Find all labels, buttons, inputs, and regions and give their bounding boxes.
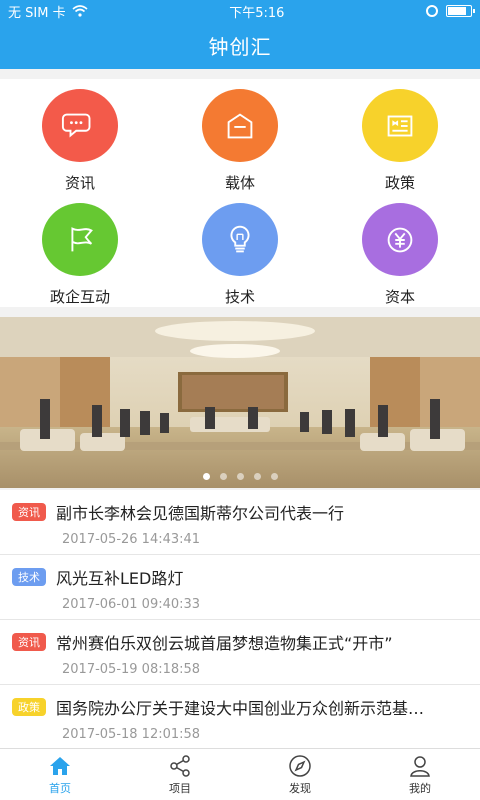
news-tag: 资讯 bbox=[12, 633, 46, 651]
tab-home[interactable]: 首页 bbox=[0, 749, 120, 800]
grid-label: 政企互动 bbox=[49, 288, 110, 306]
share-nodes-icon bbox=[170, 754, 190, 777]
grid-item-carrier[interactable]: 载体 bbox=[160, 79, 320, 193]
tab-me[interactable]: 我的 bbox=[360, 749, 480, 800]
grid-label: 载体 bbox=[224, 174, 255, 192]
news-title: 风光互补LED路灯 bbox=[56, 569, 184, 588]
compass-icon bbox=[289, 754, 311, 777]
carousel-dot[interactable] bbox=[270, 473, 278, 480]
carousel-dot[interactable] bbox=[219, 473, 227, 480]
news-tag: 资讯 bbox=[12, 503, 46, 521]
grid-item-tech[interactable]: 技术 bbox=[160, 193, 320, 307]
status-time: 下午5:16 bbox=[229, 5, 285, 21]
yen-icon bbox=[362, 203, 438, 276]
chat-bubbles-icon bbox=[42, 89, 118, 162]
category-grid: 资讯 载体 政策 政企互动 技术 资本 bbox=[0, 79, 480, 307]
news-date: 2017-05-18 12:01:58 bbox=[62, 727, 201, 742]
tab-label: 我的 bbox=[409, 781, 431, 795]
news-tag: 政策 bbox=[12, 698, 46, 716]
grid-item-interaction[interactable]: 政企互动 bbox=[0, 193, 160, 307]
carrier-label: 无 SIM 卡 bbox=[8, 5, 66, 21]
carousel-indicator bbox=[0, 473, 480, 480]
carousel-dot[interactable] bbox=[202, 473, 210, 480]
tab-label: 项目 bbox=[169, 781, 191, 795]
news-date: 2017-05-19 08:18:58 bbox=[62, 662, 201, 677]
grid-label: 政策 bbox=[384, 174, 415, 192]
battery-icon bbox=[446, 5, 475, 17]
news-date: 2017-05-26 14:43:41 bbox=[62, 532, 201, 547]
news-date: 2017-06-01 09:40:33 bbox=[62, 597, 201, 612]
carousel-dot[interactable] bbox=[253, 473, 261, 480]
tab-bar: 首页 项目 发现 我的 bbox=[0, 748, 480, 800]
banner-carousel[interactable] bbox=[0, 317, 480, 488]
news-title: 常州赛伯乐双创云城首届梦想造物集正式“开市” bbox=[56, 634, 393, 653]
grid-item-capital[interactable]: 资本 bbox=[320, 193, 480, 307]
grid-item-news[interactable]: 资讯 bbox=[0, 79, 160, 193]
news-item[interactable]: 资讯 副市长李林会见德国斯蒂尔公司代表一行 2017-05-26 14:43:4… bbox=[0, 490, 480, 555]
page-title: 钟创汇 bbox=[208, 35, 272, 59]
flag-document-icon bbox=[362, 89, 438, 162]
tab-discover[interactable]: 发现 bbox=[240, 749, 360, 800]
news-title: 国务院办公厅关于建设大中国创业万众创新示范基… bbox=[56, 699, 425, 718]
grid-label: 资本 bbox=[384, 288, 415, 306]
person-icon bbox=[410, 755, 430, 777]
tab-label: 发现 bbox=[289, 781, 311, 795]
news-item[interactable]: 技术 风光互补LED路灯 2017-06-01 09:40:33 bbox=[0, 555, 480, 620]
news-item[interactable]: 资讯 常州赛伯乐双创云城首届梦想造物集正式“开市” 2017-05-19 08:… bbox=[0, 620, 480, 685]
news-item[interactable]: 政策 国务院办公厅关于建设大中国创业万众创新示范基… 2017-05-18 12… bbox=[0, 685, 480, 750]
app-header: 无 SIM 卡 下午5:16 钟创汇 bbox=[0, 0, 480, 69]
status-bar: 无 SIM 卡 下午5:16 bbox=[0, 0, 480, 22]
home-icon bbox=[50, 756, 70, 775]
news-title: 副市长李林会见德国斯蒂尔公司代表一行 bbox=[56, 504, 345, 523]
news-tag: 技术 bbox=[12, 568, 46, 586]
grid-label: 资讯 bbox=[64, 174, 95, 192]
orientation-lock-icon bbox=[426, 5, 438, 17]
flag-icon bbox=[42, 203, 118, 276]
house-icon bbox=[202, 89, 278, 162]
grid-item-policy[interactable]: 政策 bbox=[320, 79, 480, 193]
tab-label: 首页 bbox=[49, 781, 71, 795]
news-list: 资讯 副市长李林会见德国斯蒂尔公司代表一行 2017-05-26 14:43:4… bbox=[0, 490, 480, 750]
banner-image bbox=[0, 317, 480, 488]
tab-projects[interactable]: 项目 bbox=[120, 749, 240, 800]
carousel-dot[interactable] bbox=[236, 473, 244, 480]
grid-label: 技术 bbox=[224, 288, 255, 306]
wifi-icon bbox=[72, 5, 88, 17]
lightbulb-icon bbox=[202, 203, 278, 276]
